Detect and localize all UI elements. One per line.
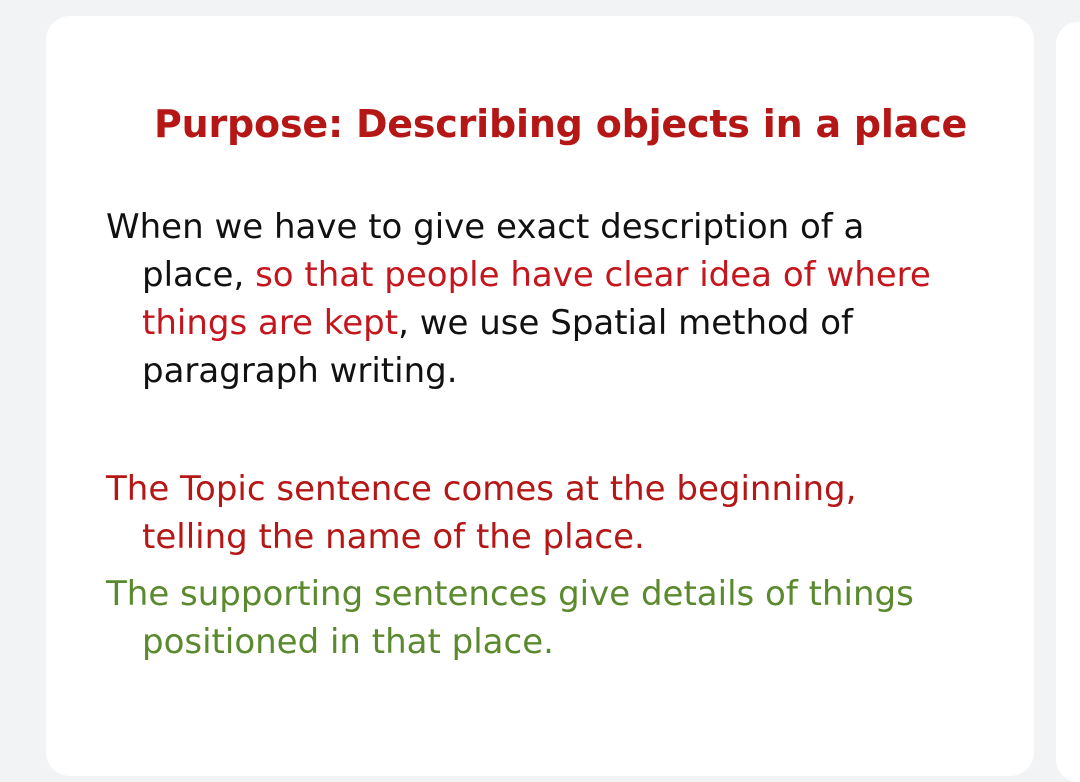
slide-card: Purpose: Describing objects in a place W… [46,16,1034,776]
p1-line-4: paragraph writing. [142,351,458,391]
p1-line-2: place, so that people have clear idea of… [106,251,931,299]
p1-line-2-highlight: so that people have clear idea of where [255,255,931,295]
p2-line-1: The Topic sentence comes at the beginnin… [106,469,857,509]
p3-line-1: The supporting sentences give details of… [106,574,914,614]
paragraph-spatial-method: When we have to give exact description o… [106,203,931,395]
next-card-peek[interactable] [1056,22,1080,782]
paragraph-topic-sentence: The Topic sentence comes at the beginnin… [106,465,856,561]
p1-line-1: When we have to give exact description o… [106,207,865,247]
paragraph-supporting-sentences: The supporting sentences give details of… [106,570,914,666]
background-left [0,0,46,753]
p3-line-2: positioned in that place. [142,622,554,662]
p1-line-3-black: , we use Spatial method of [398,303,853,343]
p1-line-3-highlight: things are kept [142,303,399,343]
p1-line-3: things are kept, we use Spatial method o… [106,299,931,347]
p1-line-2-black: place, [142,255,256,295]
p2-line-2: telling the name of the place. [142,517,645,557]
slide-title: Purpose: Describing objects in a place [154,102,968,146]
